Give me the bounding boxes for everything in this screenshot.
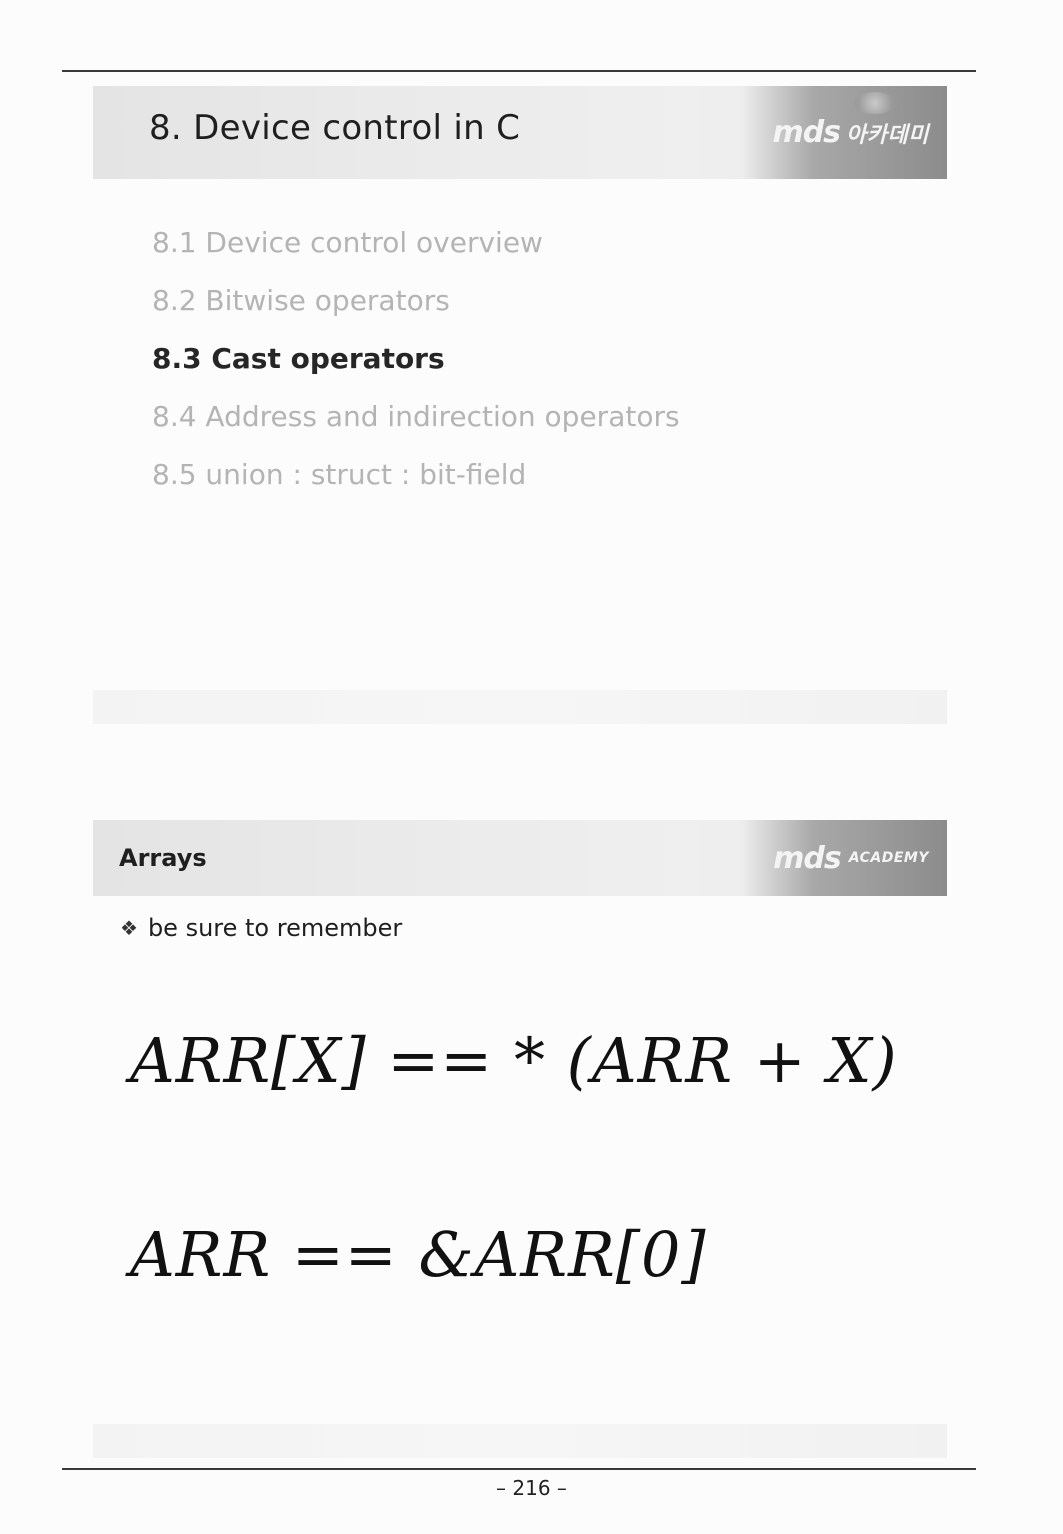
- logo-text: mds: [773, 840, 842, 876]
- slide-footer-band: [93, 690, 947, 724]
- top-rule: [62, 70, 976, 72]
- bottom-rule: [62, 1468, 976, 1470]
- logo-text: mds: [772, 115, 841, 150]
- bullet-point: ❖ be sure to remember: [120, 914, 402, 942]
- section-title: Arrays: [119, 844, 207, 872]
- mds-logo: mds 아카데미: [742, 86, 947, 179]
- mds-academy-logo: mds ACADEMY: [742, 820, 947, 896]
- table-of-contents: 8.1 Device control overview 8.2 Bitwise …: [152, 214, 680, 504]
- toc-item: 8.5 union : struct : bit-field: [152, 458, 527, 491]
- gear-icon: [853, 92, 897, 114]
- toc-item: 8.4 Address and indirection operators: [152, 400, 680, 433]
- section-header: Arrays mds ACADEMY: [93, 820, 947, 896]
- formula-array-index: ARR[X] == * (ARR + X): [130, 1024, 898, 1097]
- logo-subtitle: ACADEMY: [848, 850, 929, 866]
- toc-item: 8.2 Bitwise operators: [152, 284, 450, 317]
- chapter-title: 8. Device control in C: [149, 108, 521, 148]
- toc-item: 8.1 Device control overview: [152, 226, 543, 259]
- logo-subtitle: 아카데미: [846, 122, 929, 148]
- slide-footer-band: [93, 1424, 947, 1458]
- bullet-text: be sure to remember: [147, 914, 403, 942]
- formula-array-address: ARR == &ARR[0]: [130, 1218, 707, 1291]
- page-number: – 216 –: [496, 1476, 567, 1500]
- chapter-header: 8. Device control in C mds 아카데미: [93, 86, 947, 179]
- toc-item-active: 8.3 Cast operators: [152, 342, 445, 375]
- diamond-bullet-icon: ❖: [120, 916, 138, 940]
